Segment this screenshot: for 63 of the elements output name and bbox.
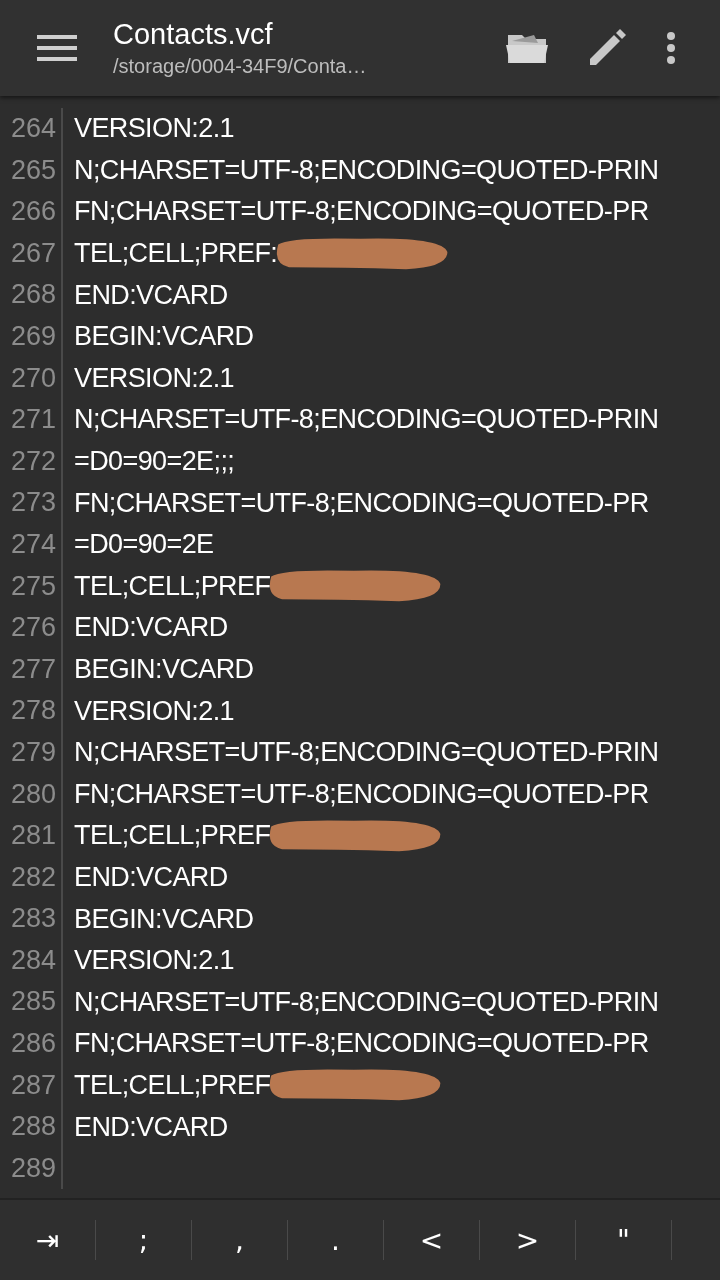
code-line: N;CHARSET=UTF-8;ENCODING=QUOTED-PRIN	[74, 154, 659, 186]
line-number: 278	[0, 690, 63, 732]
code-line: END:VCARD	[74, 279, 228, 311]
code-line: BEGIN:VCARD	[74, 321, 254, 353]
code-line: BEGIN:VCARD	[74, 903, 254, 935]
symbol-key[interactable]: >	[480, 1220, 576, 1260]
line-number: 276	[0, 607, 63, 649]
line-number: 272	[0, 440, 63, 483]
code-line: VERSION:2.1	[74, 113, 234, 145]
line-number: 275	[0, 565, 63, 608]
code-line: END:VCARD	[74, 612, 228, 644]
code-line: TEL;CELL;PREF	[74, 1069, 271, 1101]
line-number: 265	[0, 149, 63, 192]
code-line: =D0=90=2E	[74, 529, 214, 561]
code-line: VERSION:2.1	[74, 695, 234, 727]
symbol-key[interactable]: ,	[192, 1220, 288, 1260]
code-line: N;CHARSET=UTF-8;ENCODING=QUOTED-PRIN	[74, 737, 659, 769]
symbol-key[interactable]: <	[384, 1220, 480, 1260]
line-number: 268	[0, 274, 63, 316]
code-line: FN;CHARSET=UTF-8;ENCODING=QUOTED-PR	[74, 196, 649, 228]
line-number: 285	[0, 981, 63, 1024]
code-line: N;CHARSET=UTF-8;ENCODING=QUOTED-PRIN	[74, 986, 659, 1018]
code-line: FN;CHARSET=UTF-8;ENCODING=QUOTED-PR	[74, 1028, 649, 1060]
line-number: 274	[0, 523, 63, 566]
file-title: Contacts.vcf	[113, 18, 274, 51]
line-number: 273	[0, 482, 63, 524]
line-number: 271	[0, 399, 63, 441]
code-line: TEL;CELL;PREF	[74, 570, 271, 602]
line-number: 279	[0, 731, 63, 774]
pencil-icon[interactable]	[588, 29, 626, 67]
line-number: 283	[0, 898, 63, 940]
file-path: /storage/0004-34F9/Conta…	[113, 55, 368, 78]
line-number: 289	[0, 1147, 63, 1190]
menu-icon[interactable]	[37, 34, 77, 62]
line-number: 266	[0, 191, 63, 233]
line-number: 277	[0, 648, 63, 691]
line-number: 270	[0, 357, 63, 400]
code-line: VERSION:2.1	[74, 945, 234, 977]
code-line: END:VCARD	[74, 862, 228, 893]
line-number: 264	[0, 108, 63, 150]
code-line: VERSION:2.1	[74, 362, 234, 394]
symbol-key[interactable]: ⇥	[0, 1220, 96, 1260]
line-number: 280	[0, 773, 63, 816]
code-line: N;CHARSET=UTF-8;ENCODING=QUOTED-PRIN	[74, 404, 659, 436]
line-number: 267	[0, 232, 63, 275]
line-number: 284	[0, 939, 63, 982]
code-line: =D0=90=2E;;;	[74, 446, 235, 478]
symbol-key[interactable]: ;	[96, 1220, 192, 1260]
code-line: FN;CHARSET=UTF-8;ENCODING=QUOTED-PR	[74, 487, 649, 519]
line-number: 281	[0, 815, 63, 857]
line-number: 282	[0, 856, 63, 899]
code-line: TEL;CELL;PREF:	[74, 238, 278, 270]
code-line: TEL;CELL;PREF	[74, 820, 271, 852]
more-options-icon[interactable]	[666, 31, 676, 65]
symbol-key[interactable]: .	[288, 1220, 384, 1260]
line-number: 288	[0, 1106, 63, 1148]
line-number: 269	[0, 315, 63, 358]
symbol-key[interactable]: "	[576, 1220, 672, 1260]
code-line: BEGIN:VCARD	[74, 654, 254, 685]
line-number: 286	[0, 1023, 63, 1065]
code-line: FN;CHARSET=UTF-8;ENCODING=QUOTED-PR	[74, 778, 649, 810]
code-line: END:VCARD	[74, 1111, 228, 1143]
line-number: 287	[0, 1064, 63, 1107]
